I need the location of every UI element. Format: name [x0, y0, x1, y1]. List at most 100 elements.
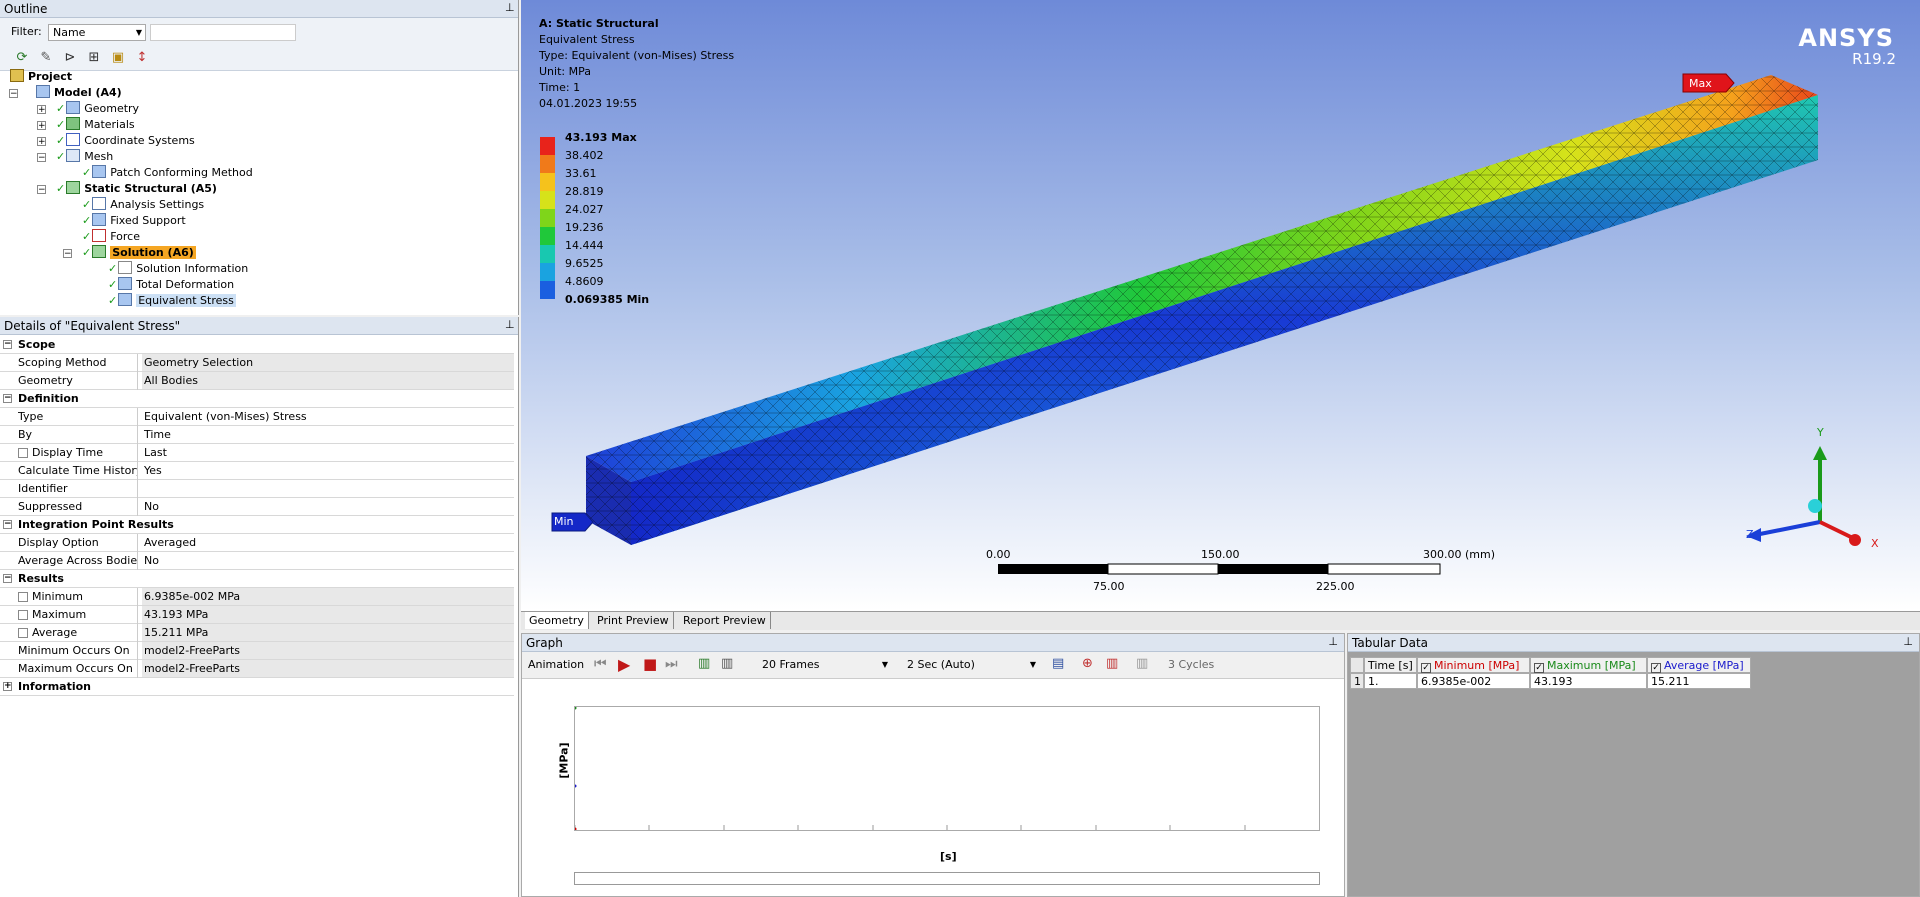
details-row[interactable]: Average 15.211 MPa — [0, 624, 514, 642]
pin-icon[interactable]: ⊥ — [1328, 635, 1338, 648]
pin-icon[interactable]: ⊥ — [505, 1, 515, 14]
details-value[interactable]: All Bodies — [142, 372, 514, 389]
expand-icon[interactable]: + — [37, 105, 46, 115]
duration-select[interactable]: 2 Sec (Auto) ▼ — [902, 656, 1040, 673]
frames-select[interactable]: 20 Frames ▼ — [757, 656, 892, 673]
checkbox-icon[interactable]: ✓ — [1534, 663, 1544, 673]
details-value[interactable]: Equivalent (von-Mises) Stress — [142, 408, 514, 425]
collapse-icon[interactable]: − — [37, 185, 46, 195]
stop-icon[interactable]: ■ — [643, 655, 657, 673]
result-sets-icon[interactable]: ▥ — [721, 656, 733, 671]
collapse-icon[interactable]: − — [63, 249, 72, 259]
expand-icon[interactable]: + — [37, 121, 46, 131]
details-value[interactable]: No — [142, 498, 514, 515]
folder-icon[interactable]: ▣ — [110, 50, 126, 66]
pin-icon[interactable]: ⊥ — [505, 318, 515, 331]
details-value[interactable]: No — [142, 552, 514, 569]
details-row[interactable]: Minimum 6.9385e-002 MPa — [0, 588, 514, 606]
previous-frame-icon[interactable]: ⏮ — [594, 656, 607, 672]
tree-item-solution-information[interactable]: ✓ Solution Information — [108, 261, 248, 277]
export-video-icon[interactable]: ▤ — [1052, 656, 1064, 671]
details-value[interactable]: Averaged — [142, 534, 514, 551]
tree-item-solution[interactable]: ✓ Solution (A6) — [82, 245, 196, 261]
details-value[interactable]: 6.9385e-002 MPa — [142, 588, 514, 605]
checkbox-icon[interactable]: ✓ — [1651, 663, 1661, 673]
play-icon[interactable]: ▶ — [618, 655, 630, 674]
tree-icon[interactable]: ⊳ — [62, 50, 78, 66]
checkbox-icon[interactable] — [18, 628, 28, 638]
refresh-icon[interactable]: ⟳ — [14, 50, 30, 66]
expand-all-icon[interactable]: ⊞ — [86, 50, 102, 66]
tab-report-preview[interactable]: Report Preview — [679, 612, 771, 629]
tree-item-static-structural[interactable]: ✓ Static Structural (A5) — [56, 181, 217, 197]
filter-search-input[interactable] — [150, 24, 296, 41]
details-row[interactable]: Type Equivalent (von-Mises) Stress — [0, 408, 514, 426]
expand-icon[interactable]: + — [3, 682, 12, 691]
zoom-icon[interactable]: ⊕ — [1082, 656, 1093, 671]
tree-item-patch-conforming-method[interactable]: ✓ Patch Conforming Method — [82, 165, 253, 181]
tree-item-model[interactable]: Model (A4) — [36, 85, 122, 101]
pin-icon[interactable]: ⊥ — [1903, 635, 1913, 648]
expand-icon[interactable]: + — [37, 137, 46, 147]
details-group[interactable]: + Information — [0, 678, 514, 696]
sort-icon[interactable]: ↕ — [134, 50, 150, 66]
details-group[interactable]: − Results — [0, 570, 514, 588]
table-header-minimum[interactable]: ✓ Minimum [MPa] — [1417, 657, 1530, 673]
details-row[interactable]: Suppressed No — [0, 498, 514, 516]
details-row[interactable]: Minimum Occurs On model2-FreeParts — [0, 642, 514, 660]
details-value[interactable]: model2-FreeParts — [142, 660, 514, 677]
details-row[interactable]: Display Option Averaged — [0, 534, 514, 552]
details-row[interactable]: Calculate Time History Yes — [0, 462, 514, 480]
edit-icon[interactable]: ✎ — [38, 50, 54, 66]
tab-geometry[interactable]: Geometry — [525, 612, 589, 629]
tab-print-preview[interactable]: Print Preview — [593, 612, 674, 629]
details-value[interactable] — [142, 480, 514, 497]
table-cell-time[interactable]: 1. — [1364, 673, 1417, 689]
distributed-frames-icon[interactable]: ▥ — [698, 656, 710, 671]
details-group[interactable]: − Definition — [0, 390, 514, 408]
details-value[interactable]: Geometry Selection — [142, 354, 514, 371]
filter-select[interactable]: Name ▼ — [48, 24, 146, 41]
table-header-average[interactable]: ✓ Average [MPa] — [1647, 657, 1751, 673]
tree-item-geometry[interactable]: ✓ Geometry — [56, 101, 139, 117]
cycles-icon[interactable]: ▥ — [1136, 656, 1148, 671]
table-header-time[interactable]: Time [s] — [1364, 657, 1417, 673]
tree-item-materials[interactable]: ✓ Materials — [56, 117, 135, 133]
details-row[interactable]: Geometry All Bodies — [0, 372, 514, 390]
details-row[interactable]: Average Across Bodies No — [0, 552, 514, 570]
details-value[interactable]: Last — [142, 444, 514, 461]
details-value[interactable]: 43.193 MPa — [142, 606, 514, 623]
details-row[interactable]: By Time — [0, 426, 514, 444]
tree-item-equivalent-stress[interactable]: ✓ Equivalent Stress — [108, 293, 236, 309]
tree-item-total-deformation[interactable]: ✓ Total Deformation — [108, 277, 234, 293]
next-frame-icon[interactable]: ⏭ — [665, 656, 678, 672]
graph-plot-area[interactable] — [574, 706, 1320, 831]
tree-item-mesh[interactable]: ✓ Mesh — [56, 149, 113, 165]
checkbox-icon[interactable] — [18, 592, 28, 602]
checkbox-icon[interactable]: ✓ — [1421, 663, 1431, 673]
details-group[interactable]: − Integration Point Results — [0, 516, 514, 534]
table-cell-maximum[interactable]: 43.193 — [1530, 673, 1647, 689]
details-value[interactable]: 15.211 MPa — [142, 624, 514, 641]
graphics-viewport[interactable]: A: Static Structural Equivalent Stress Typ… — [521, 0, 1920, 611]
details-group[interactable]: − Scope — [0, 336, 514, 354]
details-row[interactable]: Identifier — [0, 480, 514, 498]
tree-item-coordinate-systems[interactable]: ✓ Coordinate Systems — [56, 133, 195, 149]
tree-item-force[interactable]: ✓ Force — [82, 229, 140, 245]
table-cell-average[interactable]: 15.211 — [1647, 673, 1751, 689]
details-row[interactable]: Maximum Occurs On model2-FreeParts — [0, 660, 514, 678]
collapse-icon[interactable]: − — [3, 394, 12, 403]
chart-icon[interactable]: ▥ — [1106, 656, 1118, 671]
details-row[interactable]: Scoping Method Geometry Selection — [0, 354, 514, 372]
collapse-icon[interactable]: − — [3, 574, 12, 583]
collapse-icon[interactable]: − — [3, 520, 12, 529]
details-row[interactable]: Maximum 43.193 MPa — [0, 606, 514, 624]
table-header-maximum[interactable]: ✓ Maximum [MPa] — [1530, 657, 1647, 673]
table-cell-minimum[interactable]: 6.9385e-002 — [1417, 673, 1530, 689]
collapse-icon[interactable]: − — [9, 89, 18, 99]
tree-item-fixed-support[interactable]: ✓ Fixed Support — [82, 213, 186, 229]
collapse-icon[interactable]: − — [37, 153, 46, 163]
tree-item-project[interactable]: Project — [10, 69, 72, 85]
tree-item-analysis-settings[interactable]: ✓ Analysis Settings — [82, 197, 204, 213]
details-value[interactable]: Time — [142, 426, 514, 443]
